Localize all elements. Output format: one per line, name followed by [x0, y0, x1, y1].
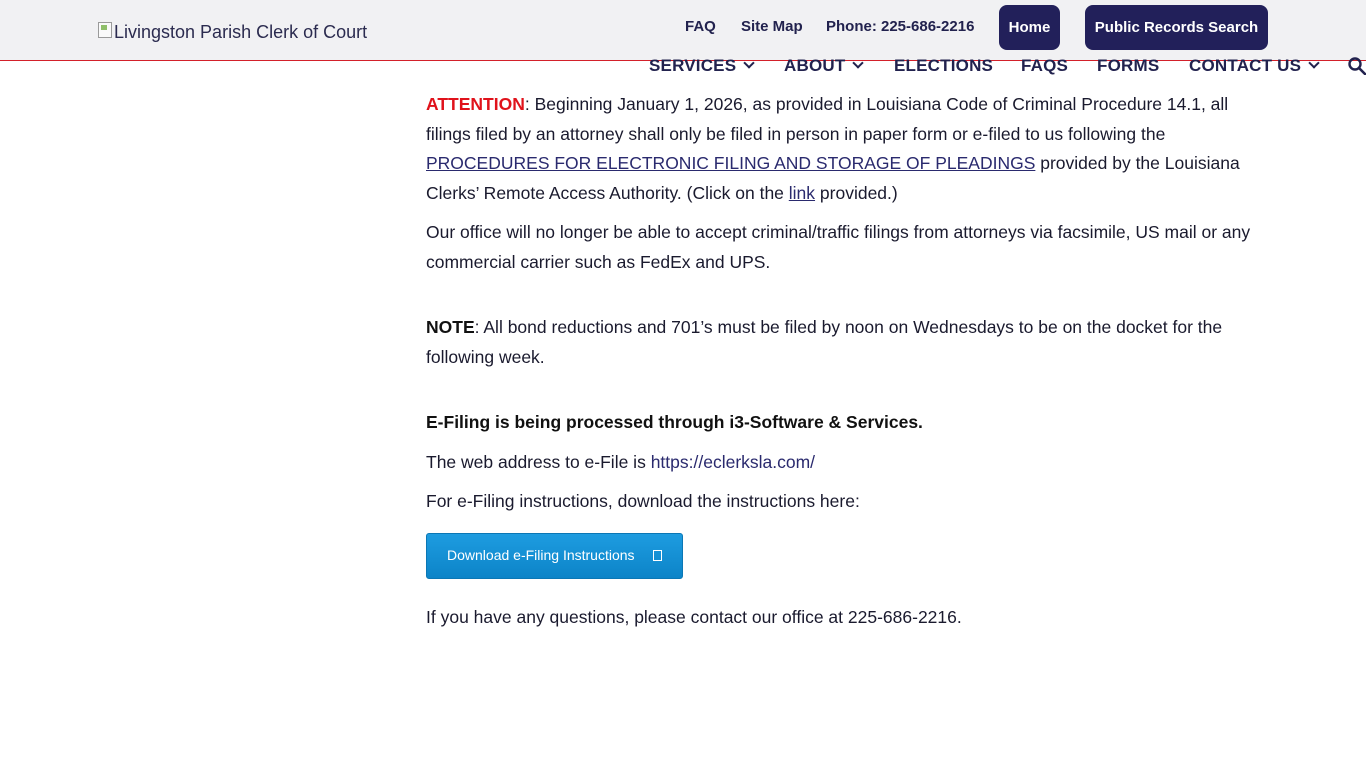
main-nav: SERVICES ABOUT ELECTIONS FAQS FORMS CONT…: [0, 56, 1366, 78]
nav-faqs-label: FAQS: [1021, 56, 1069, 75]
faq-link[interactable]: FAQ: [685, 18, 716, 35]
nav-about[interactable]: ABOUT: [784, 56, 865, 76]
nav-forms-label: FORMS: [1097, 56, 1160, 75]
nav-about-label: ABOUT: [784, 56, 846, 75]
nav-contact-us[interactable]: CONTACT US: [1189, 56, 1320, 76]
link-link[interactable]: link: [789, 183, 815, 203]
nav-services[interactable]: SERVICES: [649, 56, 755, 76]
office-notice: Our office will no longer be able to acc…: [426, 222, 1251, 272]
search-icon[interactable]: [1348, 57, 1366, 75]
nav-services-label: SERVICES: [649, 56, 737, 75]
site-logo[interactable]: Livingston Parish Clerk of Court: [98, 21, 368, 43]
attention-label: ATTENTION: [426, 94, 525, 114]
web-address-paragraph: The web address to e-File is https://ecl…: [426, 448, 1276, 478]
instructions-text: For e-Filing instructions, download the …: [426, 491, 860, 511]
page: Livingston Parish Clerk of Court FAQ Sit…: [0, 0, 1366, 768]
home-button[interactable]: Home: [999, 5, 1060, 50]
phone-link[interactable]: Phone: 225-686-2216: [826, 18, 974, 35]
download-instructions-button[interactable]: Download e-Filing Instructions: [426, 532, 683, 579]
broken-image-icon: [98, 21, 112, 38]
public-records-search-button[interactable]: Public Records Search: [1085, 5, 1268, 50]
procedures-link[interactable]: PROCEDURES FOR ELECTRONIC FILING AND STO…: [426, 153, 1035, 173]
note-text: : All bond reductions and 701’s must be …: [426, 317, 1223, 367]
main-content: ATTENTION: Beginning January 1, 2026, as…: [426, 90, 1276, 642]
nav-elections[interactable]: ELECTIONS: [894, 56, 993, 76]
web-address-text: The web address to e-File is: [426, 451, 651, 472]
chevron-down-icon: [852, 57, 865, 69]
nav-elections-label: ELECTIONS: [894, 56, 994, 75]
efiling-heading: E-Filing is being processed through i3-S…: [426, 412, 923, 432]
logo-alt-text: Livingston Parish Clerk of Court: [114, 22, 368, 42]
nav-forms[interactable]: FORMS: [1097, 56, 1159, 76]
attention-paragraph: ATTENTION: Beginning January 1, 2026, as…: [426, 90, 1276, 208]
download-icon: [653, 550, 662, 561]
questions-text: If you have any questions, please contac…: [426, 606, 962, 627]
attention-text-3: provided.): [815, 182, 898, 203]
chevron-down-icon: [743, 57, 755, 69]
note-paragraph: NOTE: All bond reductions and 701’s must…: [426, 313, 1276, 372]
note-label: NOTE: [426, 317, 475, 337]
chevron-down-icon: [1308, 57, 1320, 69]
nav-faqs[interactable]: FAQS: [1021, 56, 1068, 76]
download-button-label: Download e-Filing Instructions: [447, 546, 635, 563]
nav-contact-label: CONTACT US: [1189, 56, 1302, 75]
top-bar: Livingston Parish Clerk of Court FAQ Sit…: [0, 0, 1366, 61]
site-map-link[interactable]: Site Map: [741, 18, 803, 35]
eclerksla-link[interactable]: https://eclerksla.com/: [651, 452, 815, 472]
attention-text-1: : Beginning January 1, 2026, as provided…: [426, 94, 1229, 144]
